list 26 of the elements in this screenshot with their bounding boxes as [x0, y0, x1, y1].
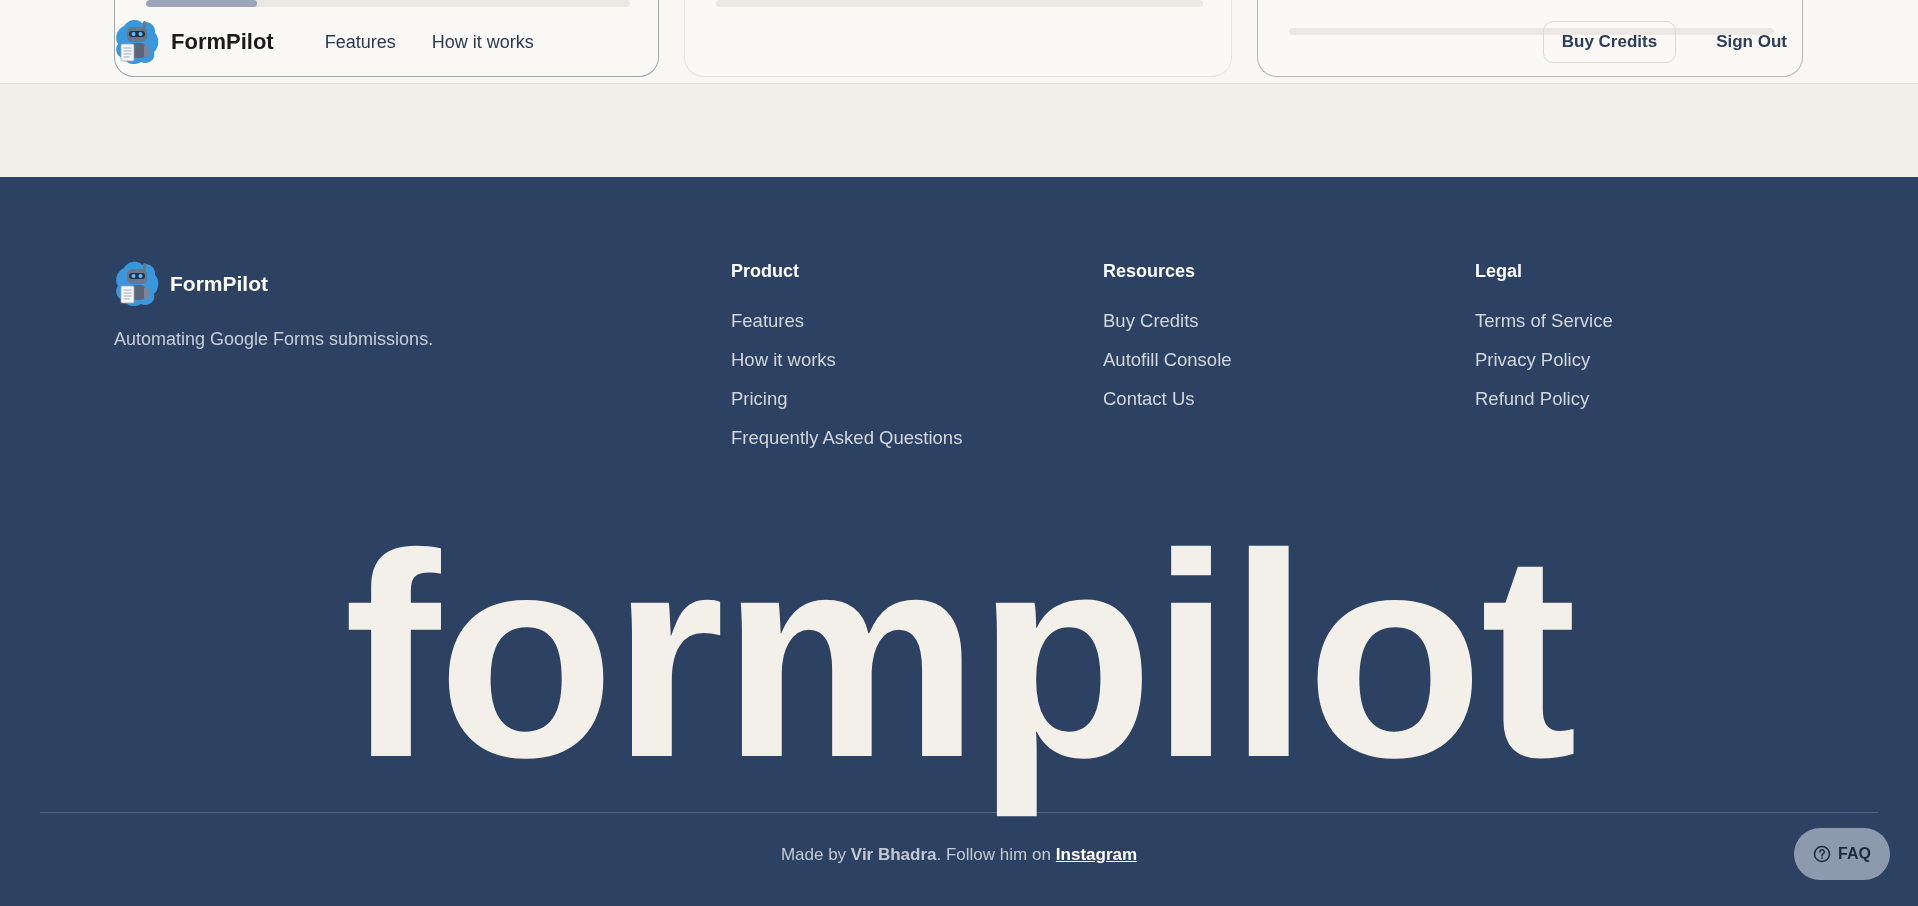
footer-link[interactable]: Buy Credits — [1103, 310, 1199, 332]
brand-name: FormPilot — [171, 28, 274, 55]
footer-brand-name: FormPilot — [170, 270, 268, 297]
footer-link[interactable]: Frequently Asked Questions — [731, 427, 963, 449]
help-icon — [1813, 845, 1832, 863]
column-heading: Legal — [1475, 260, 1523, 282]
column-heading: Product — [731, 260, 800, 282]
footer-link[interactable]: Privacy Policy — [1475, 349, 1591, 371]
header-button[interactable]: Buy Credits — [1542, 20, 1677, 63]
wordmark-text: formpilot — [343, 493, 1575, 818]
footer-link[interactable]: How it works — [731, 349, 836, 371]
footer-link[interactable]: Refund Policy — [1475, 388, 1590, 410]
footer-link[interactable]: Features — [731, 310, 804, 332]
social-link[interactable]: Instagram — [1055, 842, 1138, 867]
column-heading: Resources — [1103, 260, 1197, 282]
nav-link[interactable]: Features — [324, 30, 396, 53]
credit-text: Made by Vir Bhadra. Follow him on — [780, 843, 1051, 866]
footer-link[interactable]: Autofill Console — [1103, 349, 1232, 371]
header-link[interactable]: Sign Out — [1716, 30, 1787, 53]
footer-link[interactable]: Pricing — [731, 388, 788, 410]
footer-link[interactable]: Contact Us — [1103, 388, 1195, 410]
robot-logo-icon — [114, 260, 159, 307]
nav-link[interactable]: How it works — [431, 30, 534, 53]
tagline-text: Automating Google Forms submissions. — [114, 328, 435, 350]
faq-button[interactable]: FAQ — [1794, 828, 1890, 880]
footer-link[interactable]: Terms of Service — [1475, 310, 1613, 332]
